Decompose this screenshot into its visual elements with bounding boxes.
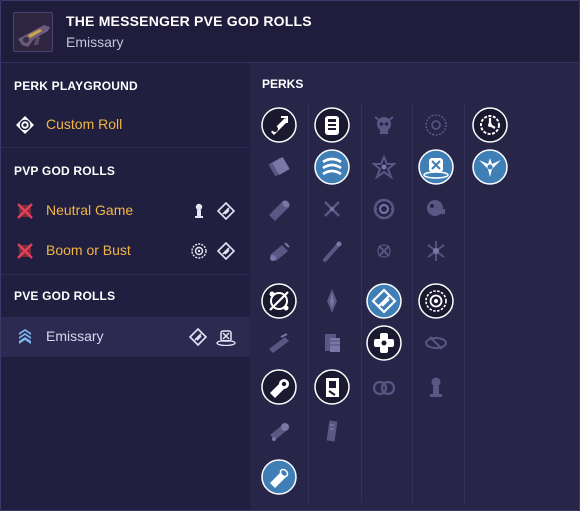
rangefinder-icon bbox=[190, 242, 208, 260]
weapon-roll-window: THE MESSENGER PVE GOD ROLLS Emissary PER… bbox=[0, 0, 580, 511]
perk-scope-icon[interactable] bbox=[418, 107, 454, 143]
perk-orbit-icon[interactable] bbox=[418, 325, 454, 361]
weapon-thumbnail-icon bbox=[13, 12, 53, 52]
perk-dpad-icon[interactable] bbox=[366, 325, 402, 361]
perk-stopwatch-icon[interactable] bbox=[472, 107, 508, 143]
perk-stack-icon[interactable] bbox=[314, 413, 350, 449]
grip-icon bbox=[190, 202, 208, 220]
perk-crossed-icon[interactable] bbox=[314, 191, 350, 227]
weapon-subtitle: Emissary bbox=[66, 34, 124, 50]
roll-list-panel: PERK PLAYGROUND Custom Roll PVP GOD ROLL… bbox=[1, 63, 250, 510]
perk-exotic-selected-icon[interactable] bbox=[366, 283, 402, 319]
crossed-out-icon bbox=[15, 201, 35, 221]
section-title-perk-playground: PERK PLAYGROUND bbox=[14, 79, 138, 93]
section-title-pve: PVE GOD ROLLS bbox=[14, 289, 116, 303]
perk-barrel-icon[interactable] bbox=[261, 191, 297, 227]
target-lock-icon bbox=[216, 328, 236, 347]
perk-barrel-icon[interactable] bbox=[261, 233, 297, 269]
roll-item-label: Custom Roll bbox=[46, 116, 123, 132]
perks-title: PERKS bbox=[262, 77, 304, 91]
column-divider bbox=[361, 103, 362, 503]
roll-item-boom-or-bust[interactable]: Boom or Bust bbox=[1, 231, 250, 271]
perk-magazine-icon[interactable] bbox=[261, 283, 297, 319]
perk-x-mark-icon[interactable] bbox=[366, 233, 402, 269]
perk-magazine-icon[interactable] bbox=[261, 325, 297, 361]
crossed-out-icon bbox=[15, 241, 35, 261]
perk-grip-icon[interactable] bbox=[418, 369, 454, 405]
weapon-header: THE MESSENGER PVE GOD ROLLS Emissary bbox=[1, 1, 579, 63]
perk-rangefinder-icon[interactable] bbox=[418, 283, 454, 319]
roll-item-label: Emissary bbox=[46, 328, 104, 344]
section-title-pvp: PVP GOD ROLLS bbox=[14, 164, 116, 178]
roll-item-label: Neutral Game bbox=[46, 202, 134, 218]
column-divider bbox=[412, 103, 413, 503]
perk-magazine-icon[interactable] bbox=[261, 413, 297, 449]
divider bbox=[1, 147, 250, 148]
exotic-perk-icon bbox=[188, 327, 208, 347]
perk-barrel-icon[interactable] bbox=[261, 107, 297, 143]
perk-card-icon[interactable] bbox=[314, 369, 350, 405]
perk-rod-icon[interactable] bbox=[314, 233, 350, 269]
perk-wings-selected-icon[interactable] bbox=[472, 149, 508, 185]
roll-item-neutral-game[interactable]: Neutral Game bbox=[1, 191, 250, 231]
target-reticle-icon bbox=[15, 115, 35, 135]
roll-item-label: Boom or Bust bbox=[46, 242, 131, 258]
weapon-title: THE MESSENGER PVE GOD ROLLS bbox=[66, 13, 312, 29]
column-divider bbox=[308, 103, 309, 503]
perk-spark-icon[interactable] bbox=[418, 233, 454, 269]
roll-item-emissary[interactable]: Emissary bbox=[1, 317, 250, 357]
perk-target-lock-selected-icon[interactable] bbox=[418, 149, 454, 185]
perk-helmet-icon[interactable] bbox=[418, 191, 454, 227]
perk-stack-icon[interactable] bbox=[314, 325, 350, 361]
perk-magazine-icon[interactable] bbox=[314, 107, 350, 143]
perk-barrel-icon[interactable] bbox=[261, 149, 297, 185]
exotic-perk-icon bbox=[216, 201, 236, 221]
perk-loop-icon[interactable] bbox=[366, 369, 402, 405]
perk-blade-icon[interactable] bbox=[314, 283, 350, 319]
perk-magazine-selected-icon[interactable] bbox=[261, 459, 297, 495]
column-divider bbox=[464, 103, 465, 503]
perk-rounds-selected-icon[interactable] bbox=[314, 149, 350, 185]
chevron-rank-icon bbox=[15, 327, 35, 347]
perk-burst-icon[interactable] bbox=[366, 149, 402, 185]
roll-item-custom-roll[interactable]: Custom Roll bbox=[1, 105, 250, 145]
perk-skull-icon[interactable] bbox=[366, 107, 402, 143]
perks-panel: PERKS bbox=[250, 63, 579, 510]
perk-ring-icon[interactable] bbox=[366, 191, 402, 227]
divider bbox=[1, 274, 250, 275]
exotic-perk-icon bbox=[216, 241, 236, 261]
perk-magazine-icon[interactable] bbox=[261, 369, 297, 405]
